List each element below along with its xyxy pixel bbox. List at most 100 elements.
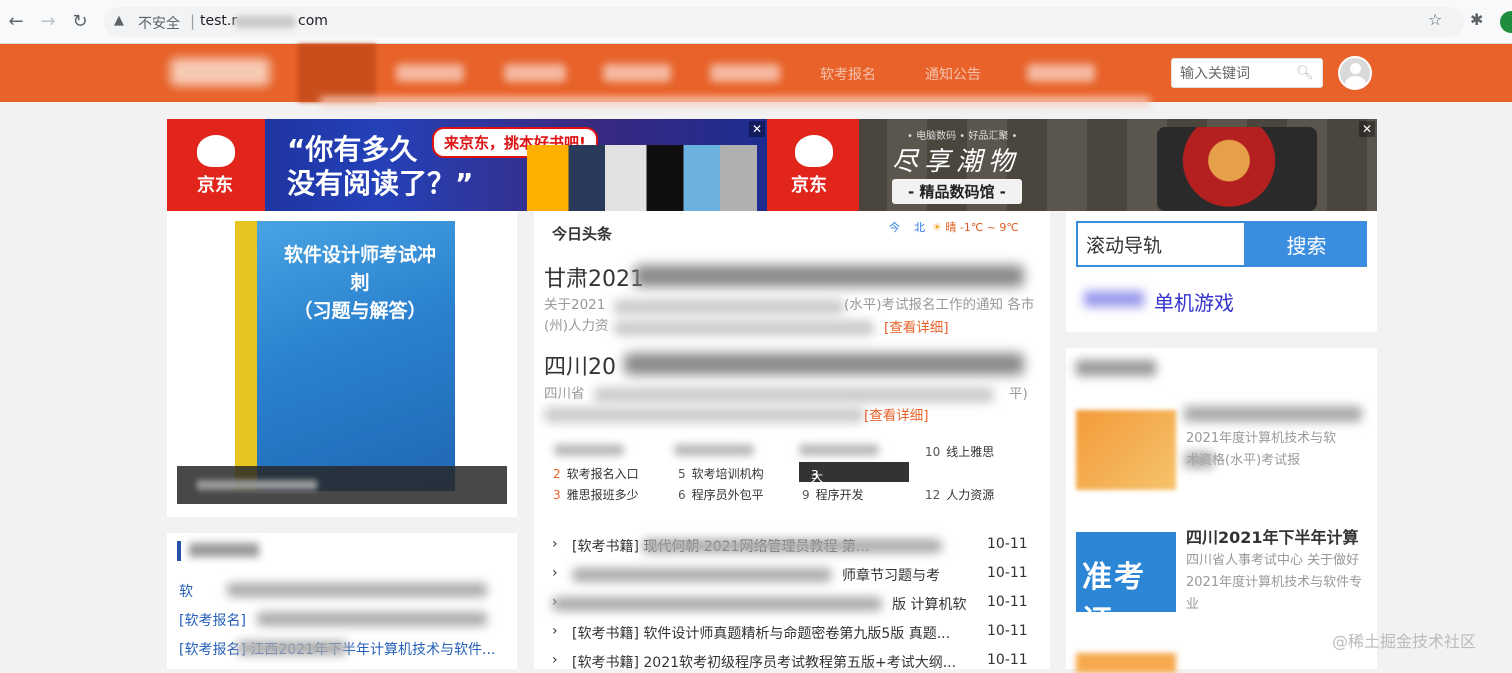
rank-item[interactable]: 12 人力资源 [925,486,994,503]
rank-item-highlighted[interactable]: 3大专生出国留 [799,462,909,569]
news-row[interactable]: › [软考书籍] 软件设计师真题精析与命题密卷第九版5版 真题... 10-11 [552,623,1032,643]
nav-item-notice[interactable]: 通知公告 [925,64,981,84]
ad-device-image [1157,127,1317,211]
ad-slogan: 尽享潮物 [892,147,1021,177]
more-link-1[interactable]: [查看详细] [884,316,949,336]
weather-temp: 晴 -1℃ ~ 9℃ [945,221,1019,234]
caption-redacted [197,480,317,490]
nav-item-2[interactable] [396,64,464,82]
weather-day: 今 [889,221,900,234]
rank-item[interactable]: 5 软考培训机构 [678,465,764,482]
summary-1a: 关于2021 [544,297,606,313]
nav-item-8[interactable] [1027,64,1095,82]
section-marker [177,541,181,561]
news-row[interactable]: › 师章节习题与考 10-11 [552,565,1032,585]
article-title[interactable]: 四川2021年下半年计算 [1186,524,1359,548]
sidebar-search-input[interactable] [1076,221,1246,267]
reload-icon[interactable]: ↻ [68,10,92,34]
url-redacted [234,16,296,28]
summary-redacted [614,299,844,315]
insecure-label: 不安全 [138,16,180,32]
section-title: 今日头条 [552,225,613,243]
weather-city: 北 [914,221,925,234]
article-thumbnail[interactable] [1076,653,1176,673]
article-title-redacted [1184,406,1362,422]
sidebar-search-panel: 搜索 单机游戏 [1066,211,1377,332]
chevron-right-icon: › [552,652,558,668]
today-news-panel: 今日头条 今 北 ☀ 晴 -1℃ ~ 9℃ 甘肃2021 关于2021 (水平)… [534,211,1050,672]
summary-redacted [614,320,874,336]
browser-toolbar: ← → ↻ ▲ 不安全 | test.r com ☆ ✱ [0,0,1512,44]
summary-2b: 平) [1009,386,1028,402]
ad-books-image [527,145,757,211]
nav-item-3[interactable] [504,64,566,82]
article-summary: 四川省人事考试中心 关于做好 2021年度计算机技术与软件专 业 [1186,553,1363,612]
url-prefix: test.r [200,13,238,29]
watermark: @稀土掘金技术社区 [1332,632,1477,651]
close-icon[interactable]: ✕ [749,121,765,137]
nav-item-5[interactable] [710,64,780,82]
headline-2[interactable]: 四川20 [544,349,616,381]
rank-item[interactable]: 9 程序开发 [802,486,864,503]
ad-banner-right[interactable]: 京东 • 电脑数码 • 好品汇聚 • 尽享潮物 - 精品数码馆 - ✕ [767,119,1377,211]
jd-logo: 京东 [767,119,859,211]
left-news-panel: 软 [软考报名] [软考报名] 江西2021年下半年计算机技术与软件... [167,533,517,669]
more-link-2[interactable]: [查看详细] [864,404,929,424]
article-thumbnail[interactable]: 准考证 [1076,532,1176,639]
ad-banner-left[interactable]: 京东 “你有多久 没有阅读了？” 来京东，挑本好书吧! ✕ [167,119,767,211]
address-bar[interactable]: ▲ 不安全 | test.r com [104,7,1464,37]
jd-mascot-icon [795,135,833,167]
extensions-icon[interactable]: ✱ [1470,10,1483,29]
headline-1[interactable]: 甘肃2021 [544,261,644,293]
url-suffix: com [298,13,328,29]
rank-redacted [554,444,624,456]
headline-redacted [634,265,1024,287]
list-item[interactable]: 软 [179,581,193,601]
nav-item-home[interactable] [298,44,376,102]
featured-book-panel[interactable]: 软件设计师考试冲刺 （习题与解答） [167,211,517,517]
site-logo[interactable] [170,58,270,86]
search-input[interactable] [1180,64,1292,84]
profile-avatar[interactable] [1500,11,1512,33]
news-row[interactable]: › 版 计算机软 10-11 [552,594,1032,614]
news-row[interactable]: › [软考书籍] 2021软考初级程序员考试教程第五版+考试大纲... 10-1… [552,652,1032,672]
article-thumbnail[interactable] [1076,410,1176,490]
summary-2a: 四川省 [544,386,585,402]
sidebar-search-button[interactable]: 搜索 [1246,221,1367,267]
sidebar-link[interactable]: 单机游戏 [1154,287,1234,316]
rank-item[interactable]: 2 软考报名入口 [553,465,639,482]
ad-small-text: • 电脑数码 • 好品汇聚 • [907,131,1018,142]
search-icon[interactable]: 🔍︎ [1296,65,1314,81]
list-item-redacted [257,612,487,626]
section-title [1076,360,1156,376]
book-title: 软件设计师考试冲刺 （习题与解答） [283,244,436,322]
nav-item-ruankao[interactable]: 软考报名 [820,64,876,84]
chevron-right-icon: › [552,536,558,552]
list-item[interactable]: [软考报名] [179,610,246,630]
site-search: 🔍︎ [1171,58,1323,88]
news-row[interactable]: › [软考书籍] 现代何朝 2021网络管理员教程 第... 10-11 [552,536,1032,556]
chevron-right-icon: › [552,565,558,581]
sun-icon: ☀ [932,221,942,234]
bookmark-star-icon[interactable]: ☆ [1428,10,1442,29]
header-decoration [320,97,1150,105]
back-icon[interactable]: ← [4,10,28,34]
summary-1c: (州)人力资 [544,318,609,334]
summary-redacted [544,407,864,423]
close-icon[interactable]: ✕ [1359,121,1375,137]
separator: | [190,12,196,30]
rank-item[interactable]: 3 雅思报班多少 [553,486,639,503]
nav-item-4[interactable] [603,64,671,82]
book-spine [235,221,257,491]
text-redacted [1184,452,1214,468]
rank-item[interactable]: 6 程序员外包平 [678,486,764,503]
book-caption[interactable] [177,466,507,504]
forward-icon[interactable]: → [36,10,60,34]
list-item-redacted [237,641,347,655]
link-redacted [1084,291,1144,307]
rank-redacted [799,444,879,456]
rank-item[interactable]: 10 线上雅思 [925,443,994,460]
chevron-right-icon: › [552,623,558,639]
user-avatar[interactable] [1338,56,1372,90]
jd-mascot-icon [197,135,235,167]
